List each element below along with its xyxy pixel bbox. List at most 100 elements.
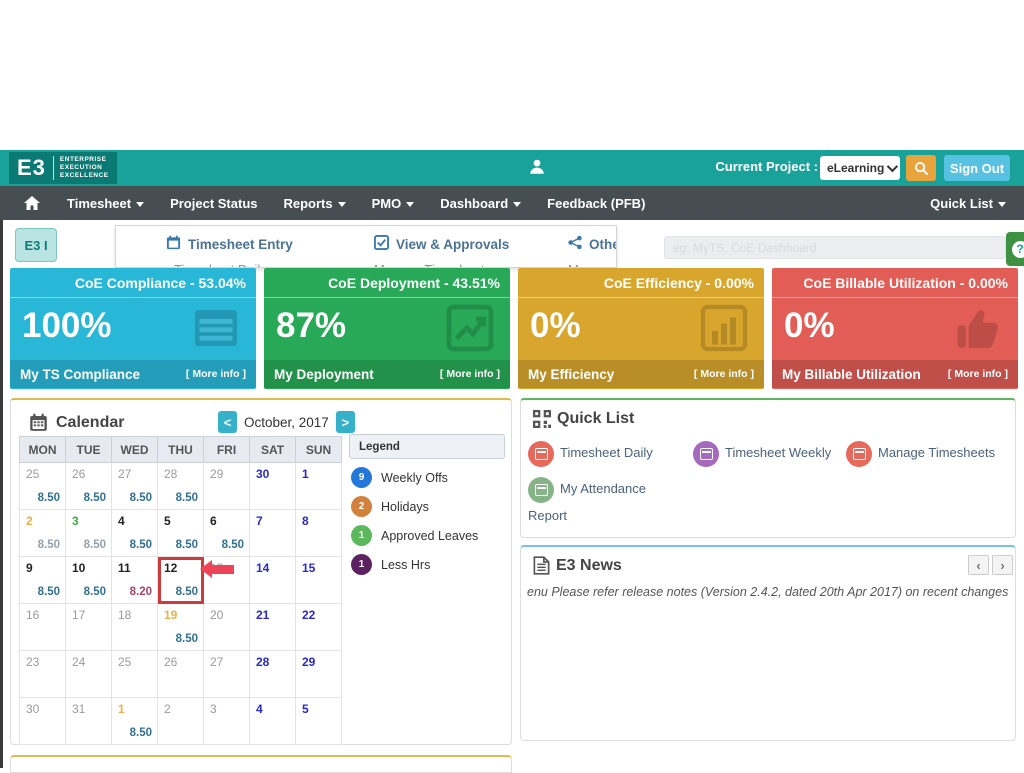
calendar-day-cell-11[interactable]: 118.20 — [112, 557, 158, 604]
calendar-day-cell-28[interactable]: 288.50 — [158, 463, 204, 510]
user-icon[interactable] — [528, 158, 546, 181]
day-hours: 8.50 — [222, 539, 244, 551]
calendar-day-cell-23[interactable]: 23 — [20, 651, 66, 698]
news-next-button[interactable]: › — [992, 555, 1013, 575]
nav-item-timesheet[interactable]: Timesheet — [54, 196, 157, 211]
weekday-header-tue: TUE — [66, 437, 112, 463]
calendar-day-cell-2[interactable]: 28.50 — [20, 510, 66, 557]
calendar-table: MONTUEWEDTHUFRISATSUN 258.50268.50278.50… — [19, 436, 342, 745]
calendar-day-cell-24[interactable]: 24 — [66, 651, 112, 698]
calendar-day-cell-20[interactable]: 20 — [204, 604, 250, 651]
e3-logo: E3 ENTERPRISE EXECUTION EXCELLENCE — [9, 152, 117, 184]
calendar-icon — [693, 441, 719, 467]
day-hours: 8.50 — [130, 492, 152, 504]
calendar-day-cell-3[interactable]: 3 — [204, 698, 250, 745]
menu-item-view-approvals[interactable]: View & Approvals — [374, 235, 509, 253]
day-hours: 8.50 — [130, 539, 152, 551]
weekday-header-mon: MON — [20, 437, 66, 463]
news-prev-button[interactable]: ‹ — [968, 555, 989, 575]
calendar-day-cell-16[interactable]: 16 — [20, 604, 66, 651]
red-arrow-annotation — [200, 560, 234, 578]
search-button[interactable] — [906, 155, 936, 181]
calendar-legend: Legend 9Weekly Offs2Holidays1Approved Le… — [349, 434, 505, 575]
calendar-day-cell-25[interactable]: 25 — [112, 651, 158, 698]
weekday-header-wed: WED — [112, 437, 158, 463]
day-hours: 8.50 — [130, 727, 152, 739]
calendar-day-cell-1[interactable]: 18.50 — [112, 698, 158, 745]
calendar-day-cell-31[interactable]: 31 — [66, 698, 112, 745]
quick-list-item-timesheet-daily[interactable]: Timesheet Daily — [528, 440, 688, 467]
calendar-week-row: 258.50268.50278.50288.5029301 — [20, 463, 342, 510]
calendar-day-cell-26[interactable]: 26 — [158, 651, 204, 698]
calendar-day-cell-1[interactable]: 1 — [296, 463, 342, 510]
calendar-day-cell-28[interactable]: 28 — [250, 651, 296, 698]
calendar-day-cell-18[interactable]: 18 — [112, 604, 158, 651]
menu-item-others[interactable]: Others — [568, 235, 617, 253]
calendar-day-cell-30[interactable]: 30 — [20, 698, 66, 745]
day-hours: 8.50 — [176, 633, 198, 645]
main-nav-bar: TimesheetProject StatusReportsPMODashboa… — [0, 186, 1024, 220]
nav-item-quick-list[interactable]: Quick List — [917, 196, 1024, 211]
nav-item-feedback-pfb-[interactable]: Feedback (PFB) — [534, 196, 658, 211]
calendar-day-cell-27[interactable]: 27 — [204, 651, 250, 698]
calendar-day-cell-5[interactable]: 5 — [296, 698, 342, 745]
search-icon — [914, 161, 929, 176]
weekday-header-sat: SAT — [250, 437, 296, 463]
calendar-day-cell-27[interactable]: 278.50 — [112, 463, 158, 510]
help-button[interactable]: ? — [1006, 232, 1024, 266]
kpi-card-footer-label: My Billable Utilization — [782, 367, 921, 382]
calendar-month-nav: < October, 2017 > — [218, 411, 355, 433]
calendar-day-cell-6[interactable]: 68.50 — [204, 510, 250, 557]
prev-month-button[interactable]: < — [218, 411, 237, 433]
calendar-day-cell-4[interactable]: 4 — [250, 698, 296, 745]
calendar-week-row: 303118.502345 — [20, 698, 342, 745]
calendar-day-cell-29[interactable]: 29 — [296, 651, 342, 698]
nav-item-dashboard[interactable]: Dashboard — [427, 196, 534, 211]
next-month-button[interactable]: > — [336, 411, 355, 433]
kpi-card-more-info-link[interactable]: [ More info ] — [186, 368, 246, 380]
calendar-day-cell-21[interactable]: 21 — [250, 604, 296, 651]
kpi-card-my-ts-compliance: CoE Compliance - 53.04%100%My TS Complia… — [10, 268, 256, 389]
calendar-day-cell-26[interactable]: 268.50 — [66, 463, 112, 510]
home-icon[interactable] — [24, 196, 40, 211]
day-hours: 8.50 — [84, 586, 106, 598]
calendar-day-cell-15[interactable]: 15 — [296, 557, 342, 604]
quick-list-item-timesheet-weekly[interactable]: Timesheet Weekly — [693, 440, 863, 467]
calendar-day-cell-30[interactable]: 30 — [250, 463, 296, 510]
calendar-day-cell-7[interactable]: 7 — [250, 510, 296, 557]
nav-item-reports[interactable]: Reports — [271, 196, 359, 211]
calendar-day-cell-4[interactable]: 48.50 — [112, 510, 158, 557]
logo-tagline: ENTERPRISE EXECUTION EXCELLENCE — [60, 156, 109, 180]
sign-out-button[interactable]: Sign Out — [944, 155, 1010, 181]
kpi-card-more-info-link[interactable]: [ More info ] — [440, 368, 500, 380]
news-title: E3 News — [533, 556, 622, 575]
calendar-day-cell-8[interactable]: 8 — [296, 510, 342, 557]
quick-list-panel: Quick List Timesheet DailyTimesheet Week… — [520, 398, 1016, 538]
calendar-day-cell-14[interactable]: 14 — [250, 557, 296, 604]
kpi-card-footer-label: My TS Compliance — [20, 367, 140, 382]
legend-count-badge: 1 — [351, 525, 372, 546]
calendar-day-cell-19[interactable]: 198.50 — [158, 604, 204, 651]
menu-item-timesheet-entry[interactable]: Timesheet Entry — [166, 235, 293, 253]
calendar-day-cell-5[interactable]: 58.50 — [158, 510, 204, 557]
calendar-day-cell-22[interactable]: 22 — [296, 604, 342, 651]
quick-list-item-manage-timesheets[interactable]: Manage Timesheets — [846, 440, 1016, 467]
calendar-day-cell-12[interactable]: 128.50 — [158, 557, 204, 604]
kpi-card-value: 100% — [22, 306, 112, 346]
nav-item-pmo[interactable]: PMO — [359, 196, 428, 211]
calendar-day-cell-3[interactable]: 38.50 — [66, 510, 112, 557]
nav-item-project-status[interactable]: Project Status — [157, 196, 270, 211]
kpi-card-more-info-link[interactable]: [ More info ] — [694, 368, 754, 380]
project-select[interactable]: eLearning — [820, 156, 900, 180]
calendar-day-cell-10[interactable]: 108.50 — [66, 557, 112, 604]
dashboard-search-input[interactable]: eg: MyTS, CoE Dashboard — [664, 236, 1006, 259]
calendar-day-cell-17[interactable]: 17 — [66, 604, 112, 651]
calendar-day-cell-9[interactable]: 98.50 — [20, 557, 66, 604]
weekday-header-fri: FRI — [204, 437, 250, 463]
calendar-day-cell-29[interactable]: 29 — [204, 463, 250, 510]
calendar-day-cell-25[interactable]: 258.50 — [20, 463, 66, 510]
kpi-card-more-info-link[interactable]: [ More info ] — [948, 368, 1008, 380]
day-hours: 8.50 — [84, 492, 106, 504]
calendar-day-cell-2[interactable]: 2 — [158, 698, 204, 745]
quick-list-item-my-attendance-report[interactable]: My Attendance Report — [528, 476, 663, 529]
